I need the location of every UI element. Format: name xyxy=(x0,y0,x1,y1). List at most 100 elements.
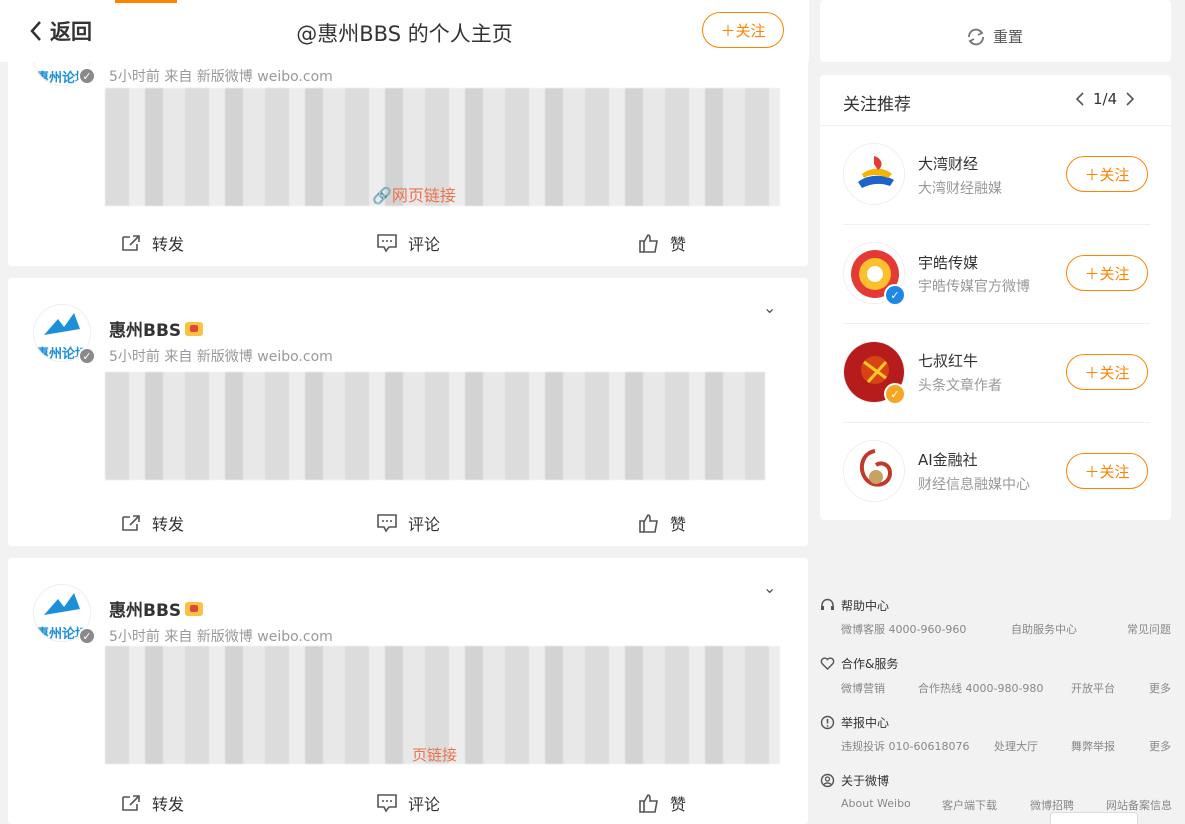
user-name[interactable]: 惠州BBS xyxy=(109,316,204,341)
active-tab-indicator xyxy=(115,0,177,3)
recommend-name[interactable]: 大湾财经 xyxy=(918,153,978,174)
follow-button[interactable]: ＋关注 xyxy=(1066,255,1148,291)
blurred-content xyxy=(105,372,765,480)
footer-link[interactable]: 网站备案信息 xyxy=(1106,797,1172,813)
web-link[interactable]: 页链接 xyxy=(412,744,457,765)
chevron-down-icon[interactable]: ⌄ xyxy=(763,298,776,317)
recommend-name[interactable]: 七叔红牛 xyxy=(918,350,978,371)
floating-widget[interactable] xyxy=(1050,812,1138,824)
web-link-label: 网页链接 xyxy=(391,186,456,205)
thumbs-up-icon xyxy=(639,234,658,253)
crown-icon xyxy=(185,321,204,336)
footer-link[interactable]: 微博招聘 xyxy=(1030,797,1074,813)
comment-icon xyxy=(377,234,397,253)
chevron-right-icon[interactable] xyxy=(1125,91,1135,107)
recommend-pager: 1/4 xyxy=(1075,90,1135,108)
user-name-label: 惠州BBS xyxy=(109,601,182,621)
repost-icon xyxy=(122,235,140,251)
verified-icon: ✓ xyxy=(884,284,906,306)
comment-button[interactable]: 评论 xyxy=(376,511,440,535)
recommend-desc: 头条文章作者 xyxy=(918,378,1002,394)
verified-icon: ✓ xyxy=(78,67,96,85)
footer-link[interactable]: 开放平台 xyxy=(1071,680,1115,696)
footer-link[interactable]: About Weibo xyxy=(841,797,911,810)
repost-label: 转发 xyxy=(152,235,185,254)
repost-button[interactable]: 转发 xyxy=(120,511,184,535)
user-name-label: 惠州BBS xyxy=(109,321,182,341)
footer-coop-heading[interactable]: 合作&服务 xyxy=(820,655,898,672)
repost-label: 转发 xyxy=(152,795,185,814)
footer-report-title: 举报中心 xyxy=(841,716,890,730)
post-time-source: 5小时前 来自 新版微博 weibo.com xyxy=(109,69,333,85)
footer-coop-title: 合作&服务 xyxy=(841,657,899,671)
recommend-name[interactable]: AI金融社 xyxy=(918,449,978,470)
crown-icon xyxy=(185,601,204,616)
comment-button[interactable]: 评论 xyxy=(376,791,440,815)
post-time-source: 5小时前 来自 新版微博 weibo.com xyxy=(109,349,333,365)
repost-button[interactable]: 转发 xyxy=(120,231,184,255)
top-bar: 返回 @惠州BBS 的个人主页 ＋关注 xyxy=(0,0,809,62)
follow-button[interactable]: ＋关注 xyxy=(1066,156,1148,192)
footer-help-heading[interactable]: 帮助中心 xyxy=(820,597,889,614)
verified-icon: ✓ xyxy=(78,347,96,365)
like-button[interactable]: 赞 xyxy=(638,791,686,815)
footer-link[interactable]: 违规投诉 010-60618076 xyxy=(841,738,969,754)
comment-icon xyxy=(377,794,397,813)
footer-link[interactable]: 微博营销 xyxy=(841,680,885,696)
divider xyxy=(843,224,1150,225)
web-link[interactable]: 🔗网页链接 xyxy=(372,182,456,206)
like-button[interactable]: 赞 xyxy=(638,231,686,255)
divider xyxy=(843,422,1150,423)
like-label: 赞 xyxy=(670,795,687,814)
footer-link[interactable]: 常见问题 xyxy=(1127,621,1171,637)
reset-button[interactable]: 重置 xyxy=(965,26,1023,47)
link-icon: 🔗 xyxy=(372,186,392,205)
comment-button[interactable]: 评论 xyxy=(376,231,440,255)
footer-help-title: 帮助中心 xyxy=(841,599,890,613)
recommend-avatar[interactable] xyxy=(843,440,905,502)
chevron-down-icon[interactable]: ⌄ xyxy=(763,578,776,597)
chevron-left-icon[interactable] xyxy=(1075,91,1085,107)
repost-button[interactable]: 转发 xyxy=(120,791,184,815)
recommend-desc: 大湾财经融媒 xyxy=(918,181,1002,197)
footer-link[interactable]: 微博客服 4000-960-960 xyxy=(841,621,966,637)
verified-icon: ✓ xyxy=(78,627,96,645)
like-label: 赞 xyxy=(670,235,687,254)
like-button[interactable]: 赞 xyxy=(638,511,686,535)
repost-label: 转发 xyxy=(152,515,185,534)
heart-hands-icon xyxy=(820,657,835,670)
follow-button[interactable]: ＋关注 xyxy=(1066,453,1148,489)
comment-icon xyxy=(377,514,397,533)
comment-label: 评论 xyxy=(408,515,441,534)
page-title: @惠州BBS 的个人主页 xyxy=(296,22,513,46)
footer-link[interactable]: 舞弊举报 xyxy=(1071,738,1115,754)
footer-link[interactable]: 更多 xyxy=(1149,680,1171,696)
pager-text: 1/4 xyxy=(1093,90,1118,108)
web-link-label: 页链接 xyxy=(412,746,458,764)
divider xyxy=(843,323,1150,324)
repost-icon xyxy=(122,795,140,811)
footer-about-title: 关于微博 xyxy=(841,774,890,788)
footer-link[interactable]: 更多 xyxy=(1149,738,1171,754)
post-time-source: 5小时前 来自 新版微博 weibo.com xyxy=(109,629,333,645)
follow-button[interactable]: ＋关注 xyxy=(1066,354,1148,390)
user-name[interactable]: 惠州BBS xyxy=(109,596,204,621)
footer-link[interactable]: 合作热线 4000-980-980 xyxy=(918,680,1043,696)
thumbs-up-icon xyxy=(639,794,658,813)
footer-link[interactable]: 自助服务中心 xyxy=(1011,621,1077,637)
footer-about-heading[interactable]: 关于微博 xyxy=(820,772,889,789)
recommend-desc: 宇皓传媒官方微博 xyxy=(918,279,1030,295)
like-label: 赞 xyxy=(670,515,687,534)
refresh-icon xyxy=(968,28,984,45)
recommend-name[interactable]: 宇皓传媒 xyxy=(918,252,978,273)
recommend-avatar[interactable] xyxy=(843,143,905,205)
reset-label: 重置 xyxy=(993,28,1024,46)
recommend-title: 关注推荐 xyxy=(843,95,911,115)
footer-link[interactable]: 客户端下载 xyxy=(942,797,997,813)
comment-label: 评论 xyxy=(408,235,441,254)
footer-report-heading[interactable]: 举报中心 xyxy=(820,714,889,731)
follow-button[interactable]: ＋关注 xyxy=(702,12,784,48)
user-circle-icon xyxy=(820,773,835,788)
footer-link[interactable]: 处理大厅 xyxy=(994,738,1038,754)
recommend-desc: 财经信息融媒中心 xyxy=(918,477,1030,493)
